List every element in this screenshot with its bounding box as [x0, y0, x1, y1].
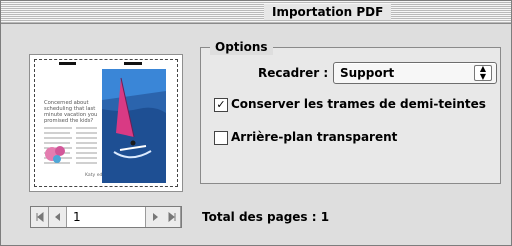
chevron-up-down-icon: ▲ ▼ [474, 65, 492, 81]
page-navigation: 1 [30, 206, 182, 228]
preview-thumbnail: Concerned about scheduling that last min… [44, 62, 166, 183]
previous-page-icon-glyph [54, 213, 60, 221]
first-page-icon[interactable] [31, 207, 49, 227]
crop-label: Recadrer : [258, 66, 329, 80]
next-page-icon-glyph [152, 213, 158, 221]
last-page-icon[interactable] [163, 207, 181, 227]
last-page-icon-glyph [168, 212, 175, 222]
color-bar-right [124, 62, 142, 65]
options-group-label: Options [210, 39, 273, 55]
crop-selected-value: Support [340, 66, 395, 80]
transparent-background-checkbox[interactable] [214, 131, 228, 145]
next-page-icon[interactable] [145, 207, 163, 227]
halftone-checkbox-label[interactable]: Conserver les trames de demi-teintes [231, 96, 486, 112]
preview-flower-graphic [55, 146, 65, 156]
transparent-background-label[interactable]: Arrière-plan transparent [231, 129, 397, 145]
total-pages: Total des pages : 1 [202, 210, 330, 224]
previous-page-icon[interactable] [49, 207, 67, 227]
title-bar[interactable]: Importation PDF [1, 1, 511, 24]
page-number-field[interactable]: 1 [67, 207, 145, 227]
photo-sea [102, 107, 166, 183]
pdf-import-dialog: Importation PDF Concerned about scheduli… [0, 0, 512, 246]
preview-headline-line-4: promised the kids? [44, 118, 93, 124]
preview-flower-graphic [53, 155, 61, 163]
first-page-icon-glyph [36, 212, 43, 222]
dialog-title: Importation PDF [264, 4, 392, 20]
crop-dropdown[interactable]: Support ▲ ▼ [333, 62, 497, 84]
color-bar-left [59, 62, 76, 65]
halftone-checkbox[interactable]: ✓ [214, 98, 228, 112]
windsurfer-figure [130, 140, 136, 146]
pdf-preview: Concerned about scheduling that last min… [29, 54, 183, 192]
